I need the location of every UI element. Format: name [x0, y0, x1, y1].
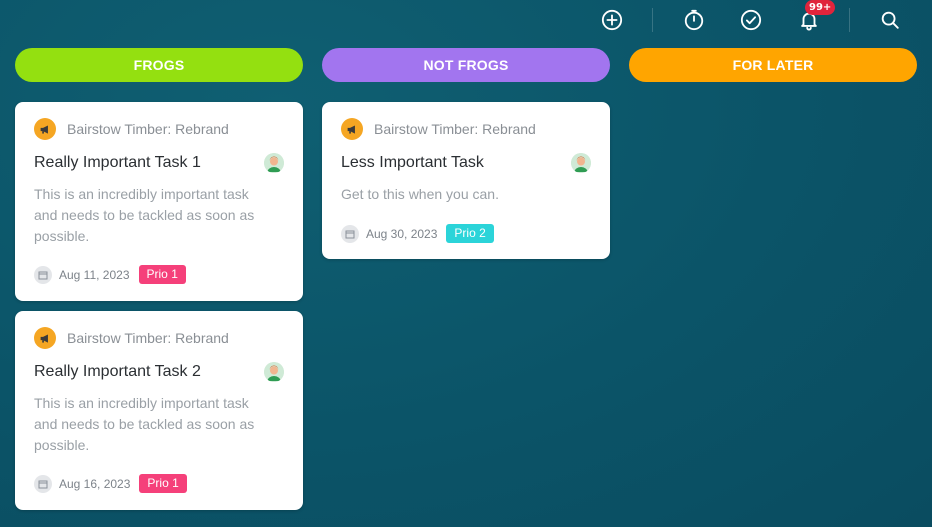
- project-name: Bairstow Timber: Rebrand: [67, 330, 229, 346]
- task-meta: Aug 16, 2023 Prio 1: [34, 474, 187, 493]
- project-row: Bairstow Timber: Rebrand: [34, 118, 229, 140]
- column-header-for-later[interactable]: FOR LATER: [629, 48, 917, 82]
- avatar[interactable]: [264, 153, 284, 173]
- column-frogs: FROGS Bairstow Timber: Rebrand Really Im…: [15, 48, 303, 510]
- calendar-icon: [34, 474, 52, 493]
- timer-icon[interactable]: [681, 7, 707, 33]
- task-title[interactable]: Really Important Task 1: [34, 154, 201, 172]
- search-icon[interactable]: [877, 7, 903, 33]
- task-description: Get to this when you can.: [341, 186, 499, 202]
- project-row: Bairstow Timber: Rebrand: [341, 118, 536, 140]
- task-description: This is an incredibly important task and…: [34, 186, 255, 244]
- avatar[interactable]: [571, 153, 591, 173]
- toolbar-divider: [652, 8, 653, 32]
- calendar-icon: [34, 265, 52, 284]
- column-header-not-frogs[interactable]: NOT FROGS: [322, 48, 610, 82]
- task-title[interactable]: Less Important Task: [341, 154, 484, 172]
- task-card[interactable]: Bairstow Timber: Rebrand Less Important …: [322, 102, 610, 259]
- notification-badge: 99+: [805, 0, 836, 15]
- priority-badge[interactable]: Prio 2: [446, 224, 494, 243]
- project-name: Bairstow Timber: Rebrand: [67, 121, 229, 137]
- column-header-frogs[interactable]: FROGS: [15, 48, 303, 82]
- toolbar-divider: [849, 8, 850, 32]
- avatar[interactable]: [264, 362, 284, 382]
- megaphone-icon: [34, 327, 56, 349]
- due-date: Aug 30, 2023: [366, 226, 438, 241]
- task-meta: Aug 30, 2023 Prio 2: [341, 224, 494, 243]
- column-not-frogs: NOT FROGS Bairstow Timber: Rebrand Less …: [322, 48, 610, 259]
- task-meta: Aug 11, 2023 Prio 1: [34, 265, 186, 284]
- priority-badge[interactable]: Prio 1: [139, 474, 187, 493]
- priority-badge[interactable]: Prio 1: [138, 265, 186, 284]
- column-for-later: FOR LATER: [629, 48, 917, 82]
- check-icon[interactable]: [738, 7, 764, 33]
- task-title[interactable]: Really Important Task 2: [34, 363, 201, 381]
- due-date: Aug 16, 2023: [59, 476, 131, 491]
- calendar-icon: [341, 224, 359, 243]
- task-card[interactable]: Bairstow Timber: Rebrand Really Importan…: [15, 311, 303, 510]
- add-icon[interactable]: [599, 7, 625, 33]
- task-description: This is an incredibly important task and…: [34, 395, 255, 453]
- project-name: Bairstow Timber: Rebrand: [374, 121, 536, 137]
- top-toolbar: 99+: [0, 0, 932, 40]
- project-row: Bairstow Timber: Rebrand: [34, 327, 229, 349]
- megaphone-icon: [34, 118, 56, 140]
- megaphone-icon: [341, 118, 363, 140]
- due-date: Aug 11, 2023: [59, 267, 130, 282]
- task-card[interactable]: Bairstow Timber: Rebrand Really Importan…: [15, 102, 303, 301]
